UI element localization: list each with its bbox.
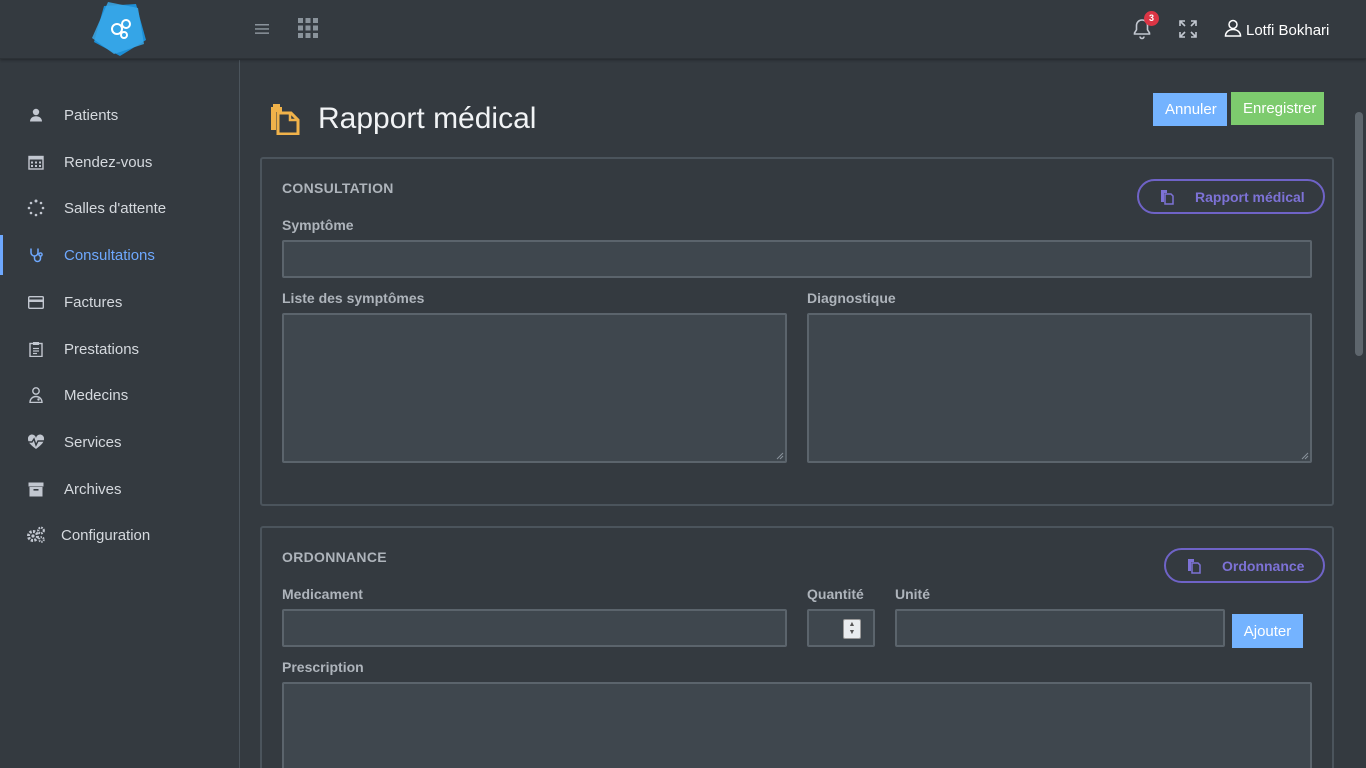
- ordonnance-card: ORDONNANCE Ordonnance Medicament Quantit…: [260, 526, 1334, 768]
- credit-card-icon: [26, 292, 46, 312]
- page-scrollbar[interactable]: [1353, 60, 1366, 768]
- main-content: Rapport médical Annuler Enregistrer CONS…: [240, 60, 1353, 768]
- sidebar-item-consultations[interactable]: Consultations: [0, 235, 239, 275]
- user-name: Lotfi Bokhari: [1246, 21, 1330, 39]
- page-title: Rapport médical: [318, 102, 537, 135]
- sidebar-item-label: Prestations: [64, 340, 140, 358]
- sidebar-item-archives[interactable]: Archives: [0, 469, 239, 509]
- copy-icon: [1184, 556, 1204, 576]
- medical-report-icon: [269, 103, 301, 136]
- sidebar: Patients Rendez-vous Salles d'attente Co…: [0, 60, 240, 768]
- symptom-list-textarea[interactable]: [282, 313, 787, 463]
- sidebar-item-label: Patients: [64, 106, 119, 124]
- app-logo[interactable]: [90, 0, 150, 56]
- apps-grid-icon[interactable]: [296, 16, 320, 40]
- chevron-up-icon[interactable]: ▲: [849, 621, 856, 629]
- doctor-icon: [26, 385, 46, 405]
- menu-toggle-icon[interactable]: [251, 18, 273, 40]
- resize-handle-icon[interactable]: [1301, 452, 1309, 460]
- clipboard-icon: [26, 339, 46, 359]
- diagnostic-label: Diagnostique: [807, 290, 896, 306]
- add-button[interactable]: Ajouter: [1232, 614, 1303, 648]
- sidebar-item-label: Services: [64, 433, 122, 451]
- symptom-label: Symptôme: [282, 217, 354, 233]
- top-navbar: 3 Lotfi Bokhari: [0, 0, 1366, 59]
- user-menu[interactable]: Lotfi Bokhari: [1224, 18, 1329, 42]
- sidebar-item-label: Rendez-vous: [64, 153, 153, 171]
- prescription-label: Prescription: [282, 659, 364, 675]
- ordonnance-button-label: Ordonnance: [1222, 557, 1305, 574]
- symptom-list-label: Liste des symptômes: [282, 290, 425, 306]
- unite-input[interactable]: [895, 609, 1225, 647]
- unite-label: Unité: [895, 586, 930, 602]
- consultation-section-title: CONSULTATION: [282, 180, 394, 196]
- sidebar-item-label: Consultations: [64, 246, 155, 264]
- notifications-badge: 3: [1144, 11, 1159, 26]
- medicament-input[interactable]: [282, 609, 787, 647]
- cogs-icon: [26, 525, 46, 545]
- ordonnance-section-title: ORDONNANCE: [282, 549, 387, 565]
- medical-report-button[interactable]: Rapport médical: [1137, 179, 1325, 214]
- medical-report-button-label: Rapport médical: [1195, 188, 1305, 205]
- sidebar-item-configuration[interactable]: Configuration: [0, 515, 239, 555]
- spinner-icon: [26, 198, 46, 218]
- consultation-card: CONSULTATION Rapport médical Symptôme Li…: [260, 157, 1334, 506]
- quantite-stepper[interactable]: ▲ ▼: [807, 609, 875, 647]
- sidebar-item-label: Factures: [64, 293, 123, 311]
- sidebar-item-label: Salles d'attente: [64, 199, 167, 217]
- ordonnance-button[interactable]: Ordonnance: [1164, 548, 1325, 583]
- sidebar-item-prestations[interactable]: Prestations: [0, 329, 239, 369]
- heartbeat-icon: [26, 432, 46, 452]
- symptom-input[interactable]: [282, 240, 1312, 278]
- quantite-label: Quantité: [807, 586, 864, 602]
- calendar-icon: [26, 152, 46, 172]
- resize-handle-icon[interactable]: [776, 452, 784, 460]
- sidebar-item-factures[interactable]: Factures: [0, 282, 239, 322]
- sidebar-item-label: Archives: [64, 480, 122, 498]
- copy-icon: [1157, 187, 1177, 207]
- user-icon: [26, 105, 46, 125]
- save-button[interactable]: Enregistrer: [1231, 92, 1324, 125]
- medicament-label: Medicament: [282, 586, 363, 602]
- prescription-textarea[interactable]: [282, 682, 1312, 768]
- scrollbar-thumb[interactable]: [1355, 112, 1363, 356]
- archive-icon: [26, 479, 46, 499]
- fullscreen-icon[interactable]: [1177, 18, 1199, 40]
- stepper-arrows[interactable]: ▲ ▼: [843, 619, 861, 639]
- chevron-down-icon[interactable]: ▼: [849, 629, 856, 637]
- user-icon: [1224, 19, 1242, 41]
- sidebar-item-rendez-vous[interactable]: Rendez-vous: [0, 142, 239, 182]
- sidebar-item-patients[interactable]: Patients: [0, 95, 239, 135]
- stethoscope-icon: [26, 245, 46, 265]
- sidebar-item-medecins[interactable]: Medecins: [0, 375, 239, 415]
- diagnostic-textarea[interactable]: [807, 313, 1312, 463]
- sidebar-item-services[interactable]: Services: [0, 422, 239, 462]
- sidebar-item-label: Medecins: [64, 386, 129, 404]
- sidebar-item-label: Configuration: [61, 526, 151, 544]
- sidebar-item-salles-attente[interactable]: Salles d'attente: [0, 188, 239, 228]
- cancel-button[interactable]: Annuler: [1153, 93, 1227, 126]
